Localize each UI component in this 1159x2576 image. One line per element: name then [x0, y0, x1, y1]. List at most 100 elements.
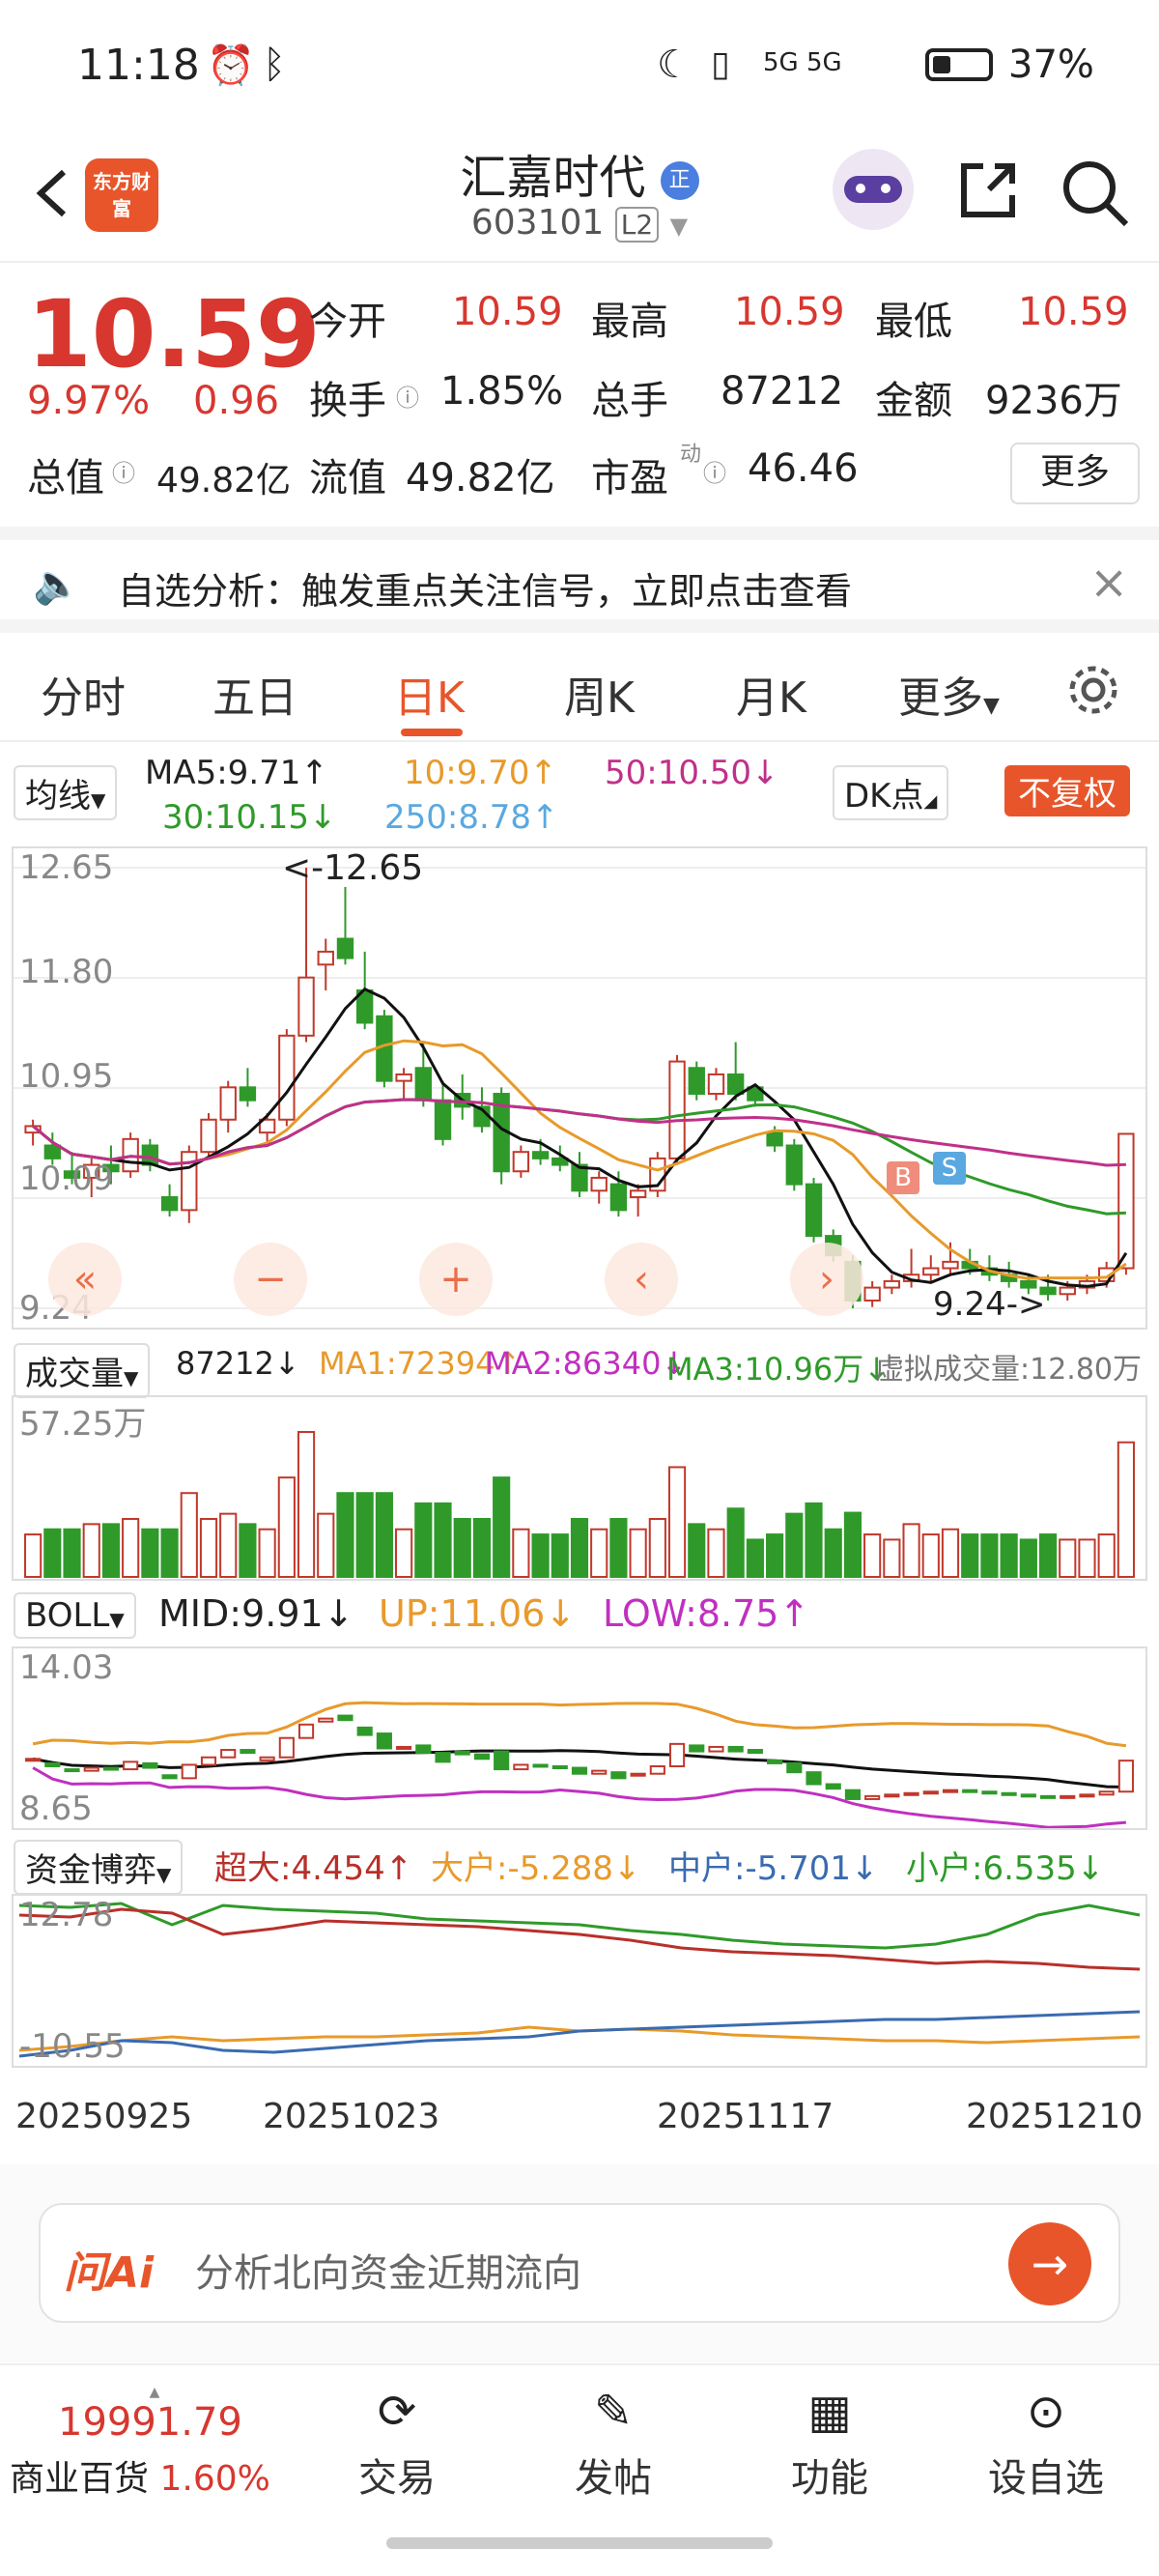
volume-value: 87212 [721, 369, 844, 414]
boll-candle [689, 1744, 705, 1753]
volume-bar [707, 1528, 725, 1578]
tab-daily-k[interactable]: 日K [394, 663, 465, 725]
stock-code-text: 603101 [470, 203, 605, 243]
more-button[interactable]: 更多 [1010, 443, 1140, 504]
nav-trade[interactable]: ⟳ 交易 [325, 2385, 469, 2503]
volume-bar [395, 1528, 413, 1578]
volume-bar [629, 1528, 647, 1578]
nav-post[interactable]: ✎ 发帖 [541, 2385, 686, 2503]
candle-body [414, 1067, 432, 1102]
volume-bar [921, 1533, 940, 1578]
tab-intraday[interactable]: 分时 [41, 663, 126, 725]
volume-bar [24, 1533, 42, 1578]
sell-marker[interactable]: S [933, 1152, 966, 1185]
chart-area: 均线▼ MA5:9.71↑ 10:9.70↑ 50:10.50↓ 30:10.1… [0, 754, 1159, 2164]
fund-line [18, 1907, 1141, 1971]
info-icon[interactable]: ⓘ [703, 454, 726, 488]
nav-post-label: 发帖 [575, 2456, 652, 2501]
fund-selector-label: 资金博弈 [25, 1851, 156, 1890]
pe-label: 市盈 [591, 456, 668, 501]
search-icon[interactable] [1059, 157, 1132, 230]
boll-candle [786, 1761, 803, 1774]
zoom-out-icon[interactable]: − [234, 1243, 307, 1316]
tab-5day[interactable]: 五日 [212, 663, 297, 725]
candle-body [863, 1286, 881, 1302]
volume-bar [160, 1528, 179, 1578]
bluetooth-icon: ᛒ [263, 43, 286, 87]
dk-point-selector[interactable]: DK点◢ [833, 765, 949, 820]
scroll-left-icon[interactable]: ‹ [605, 1243, 678, 1316]
candle-body [239, 1086, 257, 1102]
boll-candle [415, 1744, 432, 1755]
boll-candle [532, 1763, 549, 1768]
home-indicator [386, 2537, 773, 2549]
ma-selector[interactable]: 均线▼ [14, 765, 118, 820]
sector-change: 1.60% [159, 2459, 270, 2499]
pe-dynamic-tag: 动 [680, 443, 702, 467]
kline-chart [14, 867, 1145, 1309]
info-icon[interactable]: ⓘ [396, 379, 419, 413]
boll-candle [1060, 1794, 1076, 1799]
max-price-note: <-12.65 [282, 848, 424, 888]
volume-bar [101, 1523, 121, 1579]
sector-index-widget[interactable]: ▲ 19991.79 商业百货 1.60% [10, 2385, 299, 2501]
nav-functions[interactable]: ▦ 功能 [757, 2385, 902, 2503]
boll-candle [1098, 1790, 1115, 1796]
battery-icon [925, 48, 993, 81]
assistant-avatar-icon[interactable] [833, 149, 914, 230]
volume-bar [609, 1518, 628, 1578]
volume-panel[interactable]: 57.25万 [12, 1395, 1147, 1581]
boll-band [32, 1766, 1127, 1828]
volume-label: 总手 [591, 379, 668, 423]
candle-body [766, 1131, 783, 1147]
analysis-alert[interactable]: 🔈 自选分析：触发重点关注信号，立即点击查看 × [0, 527, 1159, 633]
boll-candle [708, 1745, 724, 1753]
tab-more[interactable]: 更多▼ [898, 663, 1000, 725]
candle-body [278, 1034, 296, 1121]
ask-ai-input[interactable]: 问Ai 分析北向资金近期流向 → [39, 2203, 1120, 2323]
boll-candle [1117, 1760, 1134, 1793]
fund-chart [18, 1902, 1141, 2058]
scroll-right-icon[interactable]: › [790, 1243, 863, 1316]
tab-weekly-k[interactable]: 周K [564, 663, 635, 725]
high-value: 10.59 [734, 290, 845, 334]
fund-line [18, 1902, 1141, 1950]
buy-marker[interactable]: B [887, 1161, 919, 1194]
fund-panel[interactable]: 12.78 -10.55 [12, 1894, 1147, 2068]
volume-selector[interactable]: 成交量▼ [14, 1343, 151, 1398]
volume-bar [141, 1528, 159, 1578]
candle-body [531, 1151, 550, 1159]
send-arrow-icon[interactable]: → [1008, 2222, 1091, 2305]
volume-bar [980, 1533, 999, 1578]
vol-ma2-legend: MA2:86340↓ [485, 1345, 688, 1382]
boll-selector[interactable]: BOLL▼ [14, 1592, 136, 1639]
y-label: 10.09 [19, 1159, 114, 1198]
volume-bar [766, 1533, 784, 1578]
volume-bar [239, 1523, 257, 1579]
boll-candle [630, 1772, 646, 1777]
gear-icon[interactable] [1066, 663, 1120, 717]
tab-monthly-k[interactable]: 月K [736, 663, 806, 725]
boll-candle [123, 1760, 139, 1771]
nav-add-watchlist[interactable]: ⊙ 设自选 [974, 2385, 1118, 2503]
ma30-legend: 30:10.15↓ [162, 798, 337, 837]
candle-body [805, 1183, 823, 1238]
volume-bar [472, 1518, 492, 1578]
volume-bar [746, 1538, 764, 1579]
adjust-button[interactable]: 不复权 [1004, 765, 1130, 816]
volume-bar [1000, 1533, 1018, 1578]
boll-panel[interactable]: 14.03 8.65 [12, 1646, 1147, 1830]
candle-body [668, 1060, 686, 1159]
fund-selector[interactable]: 资金博弈▼ [14, 1840, 184, 1895]
close-icon[interactable]: × [1089, 556, 1128, 610]
stock-name-text: 汇嘉时代 [460, 151, 646, 205]
boll-candle [1001, 1791, 1017, 1796]
status-bar: 11:18 ⏰ ᛒ ☾ ▯ 5G 5G 37% [0, 0, 1159, 135]
share-icon[interactable] [954, 157, 1022, 224]
boll-candle [376, 1732, 392, 1750]
kline-panel[interactable]: 12.65 11.80 10.95 10.09 9.24 <-12.65 9.2… [12, 846, 1147, 1330]
scroll-left-fast-icon[interactable]: « [48, 1243, 122, 1316]
boll-candle [668, 1742, 686, 1768]
info-icon[interactable]: ⓘ [112, 454, 135, 488]
zoom-in-icon[interactable]: + [419, 1243, 493, 1316]
